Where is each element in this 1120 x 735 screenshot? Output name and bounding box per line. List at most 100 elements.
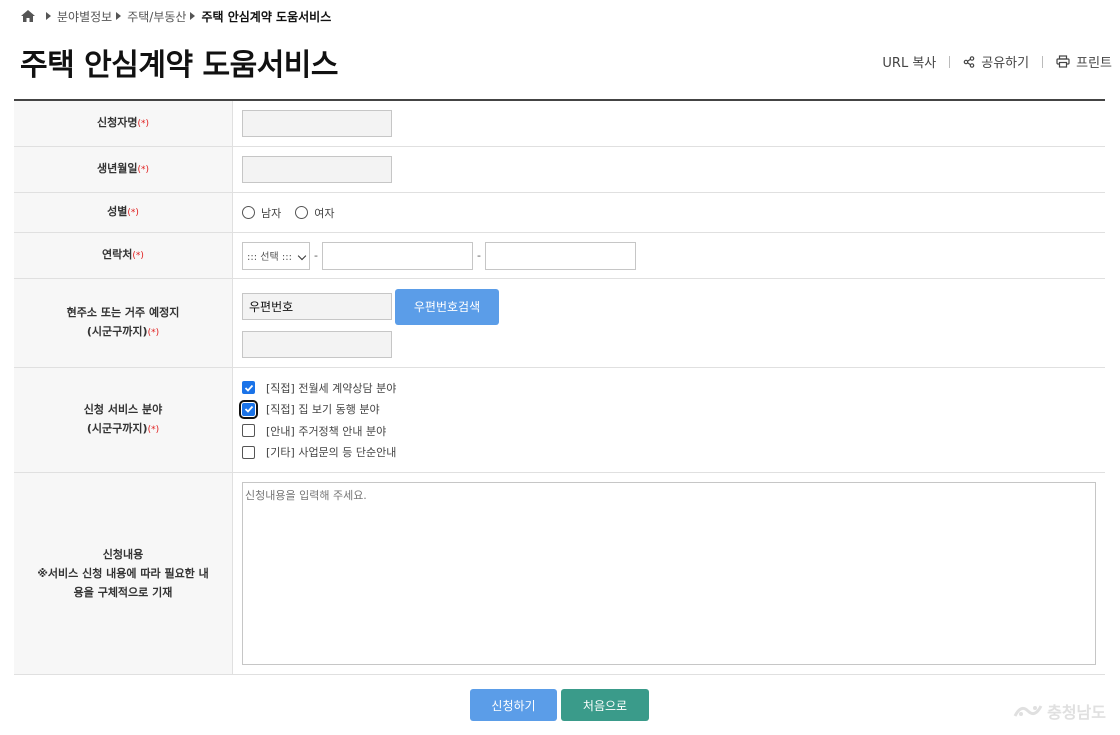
service-option: [안내] 주거정책 안내 분야 (242, 420, 1105, 442)
phone-group: ::: 선택 ::: - - (242, 241, 1105, 270)
field-cell: 남자 여자 (233, 193, 1105, 232)
field-cell: ::: 선택 ::: - - (233, 233, 1105, 278)
field-label: 현주소 또는 거주 예정지 (시군구까지)(*) (14, 279, 233, 367)
page-utilities: URL 복사 공유하기 프린트 (882, 52, 1112, 71)
row-birth: 생년월일(*) (14, 147, 1105, 193)
service-label-sub: (시군구까지) (86, 422, 148, 435)
zip-code-input[interactable]: 우편번호 (242, 293, 392, 320)
row-name: 신청자명(*) (14, 101, 1105, 147)
breadcrumb-current: 주택 안심계약 도움서비스 (201, 9, 332, 24)
gender-option-label: 남자 (261, 206, 282, 220)
share-label: 공유하기 (981, 56, 1030, 71)
field-label: 신청자명(*) (14, 101, 233, 146)
service-option-label: [안내] 주거정책 안내 분야 (266, 424, 387, 438)
content-label-note: 용을 구체적으로 기재 (73, 586, 173, 599)
breadcrumb-item[interactable]: 분야별정보 (57, 8, 112, 25)
birth-input[interactable] (242, 156, 392, 183)
gender-radio-group: 남자 여자 (242, 205, 1105, 221)
service-label: 신청 서비스 분야 (83, 403, 163, 416)
service-checkbox-other[interactable] (242, 445, 255, 459)
phone-last-input[interactable] (484, 241, 636, 270)
print-label: 프린트 (1076, 56, 1112, 71)
phone-prefix-select[interactable]: ::: 선택 ::: (242, 241, 310, 270)
chevron-right-icon (116, 12, 122, 20)
field-label: 성별(*) (14, 193, 233, 232)
chevron-right-icon (190, 12, 196, 20)
reset-button[interactable]: 처음으로 (561, 689, 649, 721)
zip-search-label: 우편번호검색 (413, 300, 481, 314)
apply-label: 신청하기 (491, 698, 536, 713)
service-option-label: [기타] 사업문의 등 단순안내 (266, 446, 397, 460)
service-option: [직접] 전월세 계약상담 분야 (242, 377, 1105, 399)
field-cell: [직접] 전월세 계약상담 분야 [직접] 집 보기 동행 분야 [안내] 주거… (233, 368, 1105, 472)
checkmark-icon (244, 406, 253, 414)
print-button[interactable]: 프린트 (1056, 52, 1112, 71)
phone-separator: - (476, 249, 481, 262)
divider (949, 55, 951, 68)
url-copy-button[interactable]: URL 복사 (882, 52, 936, 71)
content-placeholder: 신청내용을 입력해 주세요. (245, 489, 367, 502)
required-mark: (*) (147, 425, 160, 435)
checkmark-icon (244, 384, 253, 392)
home-icon[interactable] (20, 8, 36, 24)
address-input[interactable] (242, 330, 392, 358)
chevron-down-icon (297, 251, 307, 260)
zip-code-value: 우편번호 (249, 300, 294, 314)
breadcrumb: 분야별정보 주택/부동산 주택 안심계약 도움서비스 (20, 6, 331, 26)
gender-label: 성별 (107, 205, 128, 218)
row-address: 현주소 또는 거주 예정지 (시군구까지)(*) 우편번호 우편번호검색 (14, 279, 1105, 368)
share-button[interactable]: 공유하기 (963, 52, 1029, 71)
service-option-label: [직접] 전월세 계약상담 분야 (266, 381, 397, 395)
form-actions: 신청하기 처음으로 (470, 689, 649, 721)
name-label: 신청자명 (96, 116, 138, 129)
gender-female-radio[interactable] (295, 206, 309, 219)
field-label: 연락처(*) (14, 233, 233, 278)
service-option-label: [직접] 집 보기 동행 분야 (266, 403, 380, 417)
watermark: 충청남도 (1013, 699, 1106, 723)
service-option: [직접] 집 보기 동행 분야 (239, 399, 1105, 421)
content-label-note: ※서비스 신청 내용에 따라 필요한 내 (37, 567, 209, 580)
field-cell (233, 147, 1105, 192)
required-mark: (*) (147, 328, 160, 338)
phone-middle-input[interactable] (321, 241, 473, 270)
address-label: 현주소 또는 거주 예정지 (66, 306, 180, 319)
birth-label: 생년월일 (96, 162, 138, 175)
row-gender: 성별(*) 남자 여자 (14, 193, 1105, 233)
content-textarea[interactable]: 신청내용을 입력해 주세요. (242, 482, 1096, 665)
breadcrumb-item[interactable]: 주택/부동산 (127, 8, 186, 25)
reset-label: 처음으로 (582, 698, 628, 713)
field-label: 신청 서비스 분야 (시군구까지)(*) (14, 368, 233, 472)
logo-icon (1013, 705, 1043, 717)
field-label: 신청내용 ※서비스 신청 내용에 따라 필요한 내 용을 구체적으로 기재 (14, 473, 233, 674)
required-mark: (*) (137, 165, 149, 175)
page-title: 주택 안심계약 도움서비스 (20, 48, 339, 83)
field-cell (233, 101, 1105, 146)
service-option: [기타] 사업문의 등 단순안내 (242, 442, 1105, 464)
url-copy-label: URL 복사 (882, 56, 937, 71)
row-service: 신청 서비스 분야 (시군구까지)(*) [직접] 전월세 계약상담 분야 [직… (14, 368, 1105, 473)
gender-male-radio[interactable] (242, 206, 255, 219)
zip-line: 우편번호 우편번호검색 (242, 288, 1105, 325)
required-mark: (*) (137, 119, 149, 129)
row-content: 신청내용 ※서비스 신청 내용에 따라 필요한 내 용을 구체적으로 기재 신청… (14, 473, 1105, 675)
phone-label: 연락처 (102, 248, 133, 261)
service-checkbox-policy[interactable] (242, 424, 255, 438)
apply-button[interactable]: 신청하기 (470, 689, 557, 721)
field-label: 생년월일(*) (14, 147, 233, 192)
phone-separator: - (314, 249, 318, 262)
phone-select-value: ::: 선택 ::: (247, 252, 292, 263)
zip-search-button[interactable]: 우편번호검색 (395, 288, 499, 325)
address-label-sub: (시군구까지) (86, 325, 148, 338)
service-checkbox-visit[interactable] (239, 399, 258, 419)
row-phone: 연락처(*) ::: 선택 ::: - - (14, 233, 1105, 279)
required-mark: (*) (127, 208, 139, 218)
printer-icon (1056, 55, 1070, 68)
service-checkbox-lease[interactable] (242, 381, 255, 395)
field-cell: 신청내용을 입력해 주세요. (233, 473, 1105, 674)
divider (1042, 55, 1044, 68)
share-icon (963, 55, 975, 68)
chevron-right-icon (46, 12, 51, 20)
name-input[interactable] (242, 110, 392, 137)
content-label: 신청내용 (102, 548, 144, 561)
application-form: 신청자명(*) 생년월일(*) 성별(*) 남자 여자 연락처(*)::: 선… (14, 99, 1105, 675)
